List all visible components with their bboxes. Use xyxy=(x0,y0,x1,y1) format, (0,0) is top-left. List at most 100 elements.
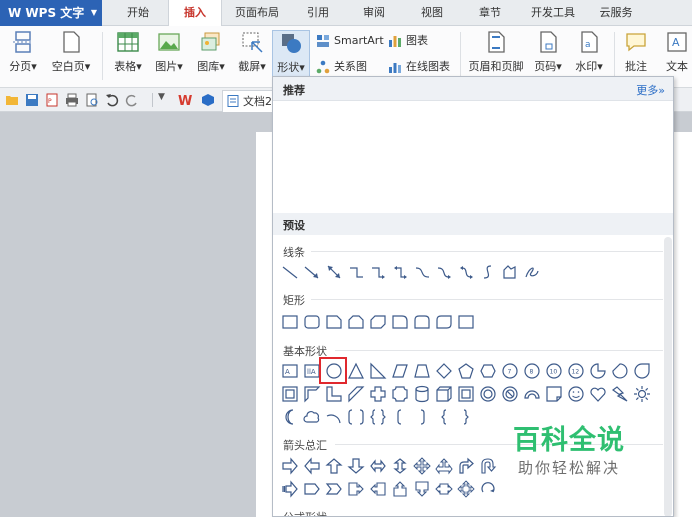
text-box-shape[interactable]: A xyxy=(281,362,299,380)
redo-icon[interactable] xyxy=(125,93,139,107)
up-arrow-shape[interactable] xyxy=(325,457,343,475)
down-arrow-callout-shape[interactable] xyxy=(413,480,431,498)
gallery-button[interactable]: 图库▾ xyxy=(192,30,230,80)
scribble-shape[interactable] xyxy=(523,263,541,281)
round-diagonal-rectangle-shape[interactable] xyxy=(435,313,453,331)
quad-arrow-shape[interactable] xyxy=(413,457,431,475)
half-frame-shape[interactable] xyxy=(303,385,321,403)
diamond-shape[interactable] xyxy=(435,362,453,380)
parallelogram-shape[interactable] xyxy=(391,362,409,380)
block-arc-shape[interactable] xyxy=(523,385,541,403)
quad-arrow-callout-shape[interactable] xyxy=(457,480,475,498)
snip-diagonal-rectangle-shape[interactable] xyxy=(369,313,387,331)
tab-cloud[interactable]: 云服务 xyxy=(592,0,640,26)
elbow-connector-shape[interactable] xyxy=(347,263,365,281)
elbow-double-arrow-connector-shape[interactable] xyxy=(391,263,409,281)
page-number-button[interactable]: 页码▾ xyxy=(530,30,566,80)
save-icon[interactable] xyxy=(25,93,39,107)
relation-chart-button[interactable]: 关系图 xyxy=(316,58,367,76)
folded-corner-shape[interactable] xyxy=(545,385,563,403)
bevel-shape[interactable] xyxy=(457,385,475,403)
freeform-shape[interactable] xyxy=(501,263,519,281)
line-shape[interactable] xyxy=(281,263,299,281)
online-chart-button[interactable]: 在线图表 xyxy=(388,58,450,76)
double-brace-shape[interactable] xyxy=(369,408,387,426)
left-arrow-shape[interactable] xyxy=(303,457,321,475)
smiley-face-shape[interactable] xyxy=(567,385,585,403)
tab-chapter[interactable]: 章节 xyxy=(468,0,512,26)
right-brace-shape[interactable] xyxy=(457,408,475,426)
frame-shape[interactable] xyxy=(281,385,299,403)
blank-page-button[interactable]: 空白页▾ xyxy=(48,30,94,80)
left-brace-shape[interactable] xyxy=(435,408,453,426)
curved-double-arrow-connector-shape[interactable] xyxy=(457,263,475,281)
isosceles-triangle-shape[interactable] xyxy=(347,362,365,380)
sun-shape[interactable] xyxy=(633,385,651,403)
screenshot-button[interactable]: 截屏▾ xyxy=(234,30,270,80)
left-right-arrow-shape[interactable] xyxy=(369,457,387,475)
tab-home[interactable]: 开始 xyxy=(112,0,164,26)
l-shape[interactable] xyxy=(325,385,343,403)
dropdown-scrollbar[interactable] xyxy=(664,237,672,516)
double-arrow-line-shape[interactable] xyxy=(325,263,343,281)
tab-developer[interactable]: 开发工具 xyxy=(524,0,582,26)
plaque-shape[interactable] xyxy=(391,385,409,403)
octagon-shape[interactable]: 8 xyxy=(523,362,541,380)
left-bracket-shape[interactable] xyxy=(391,408,409,426)
elbow-arrow-connector-shape[interactable] xyxy=(369,263,387,281)
curved-connector-shape[interactable] xyxy=(413,263,431,281)
print-icon[interactable] xyxy=(65,93,79,107)
tab-review[interactable]: 审阅 xyxy=(352,0,396,26)
chevron-down-icon[interactable]: ▼ xyxy=(158,92,165,102)
right-arrow-shape[interactable] xyxy=(281,457,299,475)
pie-shape[interactable] xyxy=(589,362,607,380)
u-turn-arrow-shape[interactable] xyxy=(479,457,497,475)
double-bracket-shape[interactable] xyxy=(347,408,365,426)
rectangle-shape[interactable] xyxy=(281,313,299,331)
right-triangle-shape[interactable] xyxy=(369,362,387,380)
shapes-button[interactable]: 形状▾ xyxy=(272,30,310,80)
undo-icon[interactable] xyxy=(105,93,119,107)
pentagon-shape[interactable] xyxy=(457,362,475,380)
tab-references[interactable]: 引用 xyxy=(296,0,340,26)
right-bracket-shape[interactable] xyxy=(413,408,431,426)
app-menu-button[interactable]: W WPS 文字 ▼ xyxy=(0,0,102,26)
heptagon-shape[interactable]: 7 xyxy=(501,362,519,380)
lightning-bolt-shape[interactable] xyxy=(611,385,629,403)
export-pdf-icon[interactable]: P xyxy=(45,93,59,107)
circular-arrow-shape[interactable] xyxy=(479,480,497,498)
dodecagon-shape[interactable]: 12 xyxy=(567,362,585,380)
teardrop-shape[interactable] xyxy=(633,362,651,380)
heart-shape[interactable] xyxy=(589,385,607,403)
arc-shape[interactable] xyxy=(325,408,343,426)
tab-insert[interactable]: 插入 xyxy=(168,0,222,27)
wps-logo-icon[interactable]: W xyxy=(178,93,192,107)
curved-arrow-connector-shape[interactable] xyxy=(435,263,453,281)
round-single-corner-rectangle-shape[interactable] xyxy=(391,313,409,331)
more-link[interactable]: 更多» xyxy=(636,82,665,98)
picture-button[interactable]: 图片▾ xyxy=(150,30,188,80)
up-down-arrow-shape[interactable] xyxy=(391,457,409,475)
right-arrow-callout-shape[interactable] xyxy=(347,480,365,498)
striped-right-arrow-shape[interactable] xyxy=(281,480,299,498)
down-arrow-shape[interactable] xyxy=(347,457,365,475)
chart-button[interactable]: 图表 xyxy=(388,32,428,50)
donut-shape[interactable] xyxy=(479,385,497,403)
tab-page-layout[interactable]: 页面布局 xyxy=(226,0,288,26)
cloud-shape[interactable] xyxy=(303,408,321,426)
diagonal-stripe-shape[interactable] xyxy=(347,385,365,403)
page-break-button[interactable]: 分页▾ xyxy=(6,30,40,80)
snip-same-side-rectangle-shape[interactable] xyxy=(347,313,365,331)
left-arrow-callout-shape[interactable] xyxy=(369,480,387,498)
watermark-button[interactable]: a 水印▾ xyxy=(570,30,608,80)
smartart-button[interactable]: SmartArt xyxy=(316,32,384,50)
print-preview-icon[interactable] xyxy=(85,93,99,107)
chevron-shape[interactable] xyxy=(325,480,343,498)
curve-shape[interactable] xyxy=(479,263,497,281)
tab-view[interactable]: 视图 xyxy=(410,0,454,26)
cube-shape[interactable] xyxy=(435,385,453,403)
open-folder-icon[interactable] xyxy=(5,93,19,107)
textbox-button[interactable]: A 文本 xyxy=(662,30,692,80)
can-shape[interactable] xyxy=(413,385,431,403)
chord-shape[interactable] xyxy=(611,362,629,380)
